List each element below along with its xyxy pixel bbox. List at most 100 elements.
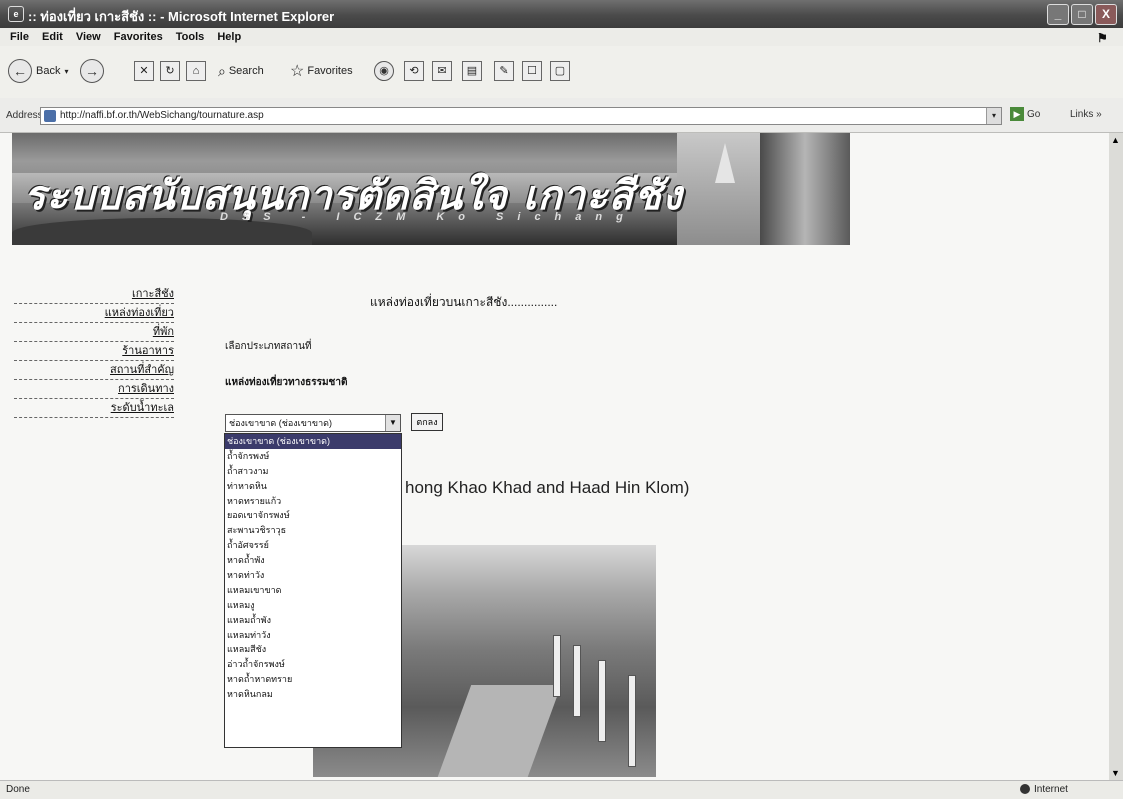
nav-item-sea-level[interactable]: ระดับน้ำทะเล [14, 399, 174, 418]
dropdown-option[interactable]: หาดถ้ำหาดทราย [225, 672, 401, 687]
favorites-label: Favorites [307, 65, 353, 77]
stop-button[interactable]: ✕ [134, 58, 154, 84]
forward-arrow-icon: → [80, 59, 104, 83]
dropdown-option[interactable]: ยอดเขาจักรพงษ์ [225, 508, 401, 523]
edit-button[interactable]: ✎ [494, 58, 514, 84]
minimize-button[interactable]: _ [1047, 4, 1069, 25]
dropdown-option[interactable]: ท่าหาดหิน [225, 479, 401, 494]
maximize-button[interactable]: □ [1071, 4, 1093, 25]
links-label: Links [1070, 109, 1094, 120]
nav-item-accommodation[interactable]: ที่พัก [14, 323, 174, 342]
window-title: :: ท่องเที่ยว เกาะสีชัง :: - Microsoft I… [28, 9, 335, 24]
menu-view[interactable]: View [76, 28, 101, 46]
page-content: ระบบสนับสนุนการตัดสินใจ เกาะสีชัง DSS - … [0, 133, 1109, 780]
dropdown-option[interactable]: แหลมเขาขาด [225, 583, 401, 598]
photo-fence [543, 615, 643, 767]
submit-button[interactable]: ตกลง [411, 413, 443, 431]
media-button[interactable]: ◉ [374, 58, 394, 84]
place-select[interactable]: ช่องเขาขาด (ช่องเขาขาด) ▼ [225, 414, 401, 432]
dropdown-option[interactable]: แหลมงู [225, 598, 401, 613]
ie-icon: e [8, 6, 24, 22]
star-icon: ☆ [290, 63, 305, 80]
messenger-icon: ▢ [550, 61, 570, 81]
fence-post [573, 645, 581, 717]
back-button[interactable]: ← Back ▾ [8, 58, 68, 84]
zone-indicator: Internet [1020, 784, 1068, 795]
links-button[interactable]: Links » [1070, 109, 1102, 120]
forward-button[interactable]: → [80, 58, 104, 84]
site-banner: ระบบสนับสนุนการตัดสินใจ เกาะสีชัง DSS - … [12, 133, 850, 245]
vertical-scrollbar[interactable]: ▲ ▼ [1109, 133, 1123, 780]
search-label: Search [228, 65, 264, 77]
page-icon [44, 110, 56, 122]
discuss-icon: ☐ [522, 61, 542, 81]
menu-file[interactable]: File [10, 28, 29, 46]
nav-item-landmarks[interactable]: สถานที่สำคัญ [14, 361, 174, 380]
stop-icon: ✕ [134, 61, 154, 81]
address-label: Address [6, 110, 43, 121]
status-bar: Done Internet [0, 780, 1123, 799]
dropdown-option[interactable]: หาดทรายแก้ว [225, 494, 401, 509]
search-button[interactable]: ⌕ Search [218, 58, 264, 84]
dropdown-option[interactable]: แหลมสีชัง [225, 642, 401, 657]
windows-flag-icon: ⚑ [1097, 31, 1108, 45]
place-select-value: ช่องเขาขาด (ช่องเขาขาด) [229, 418, 332, 428]
place-dropdown-list[interactable]: ช่องเขาขาด (ช่องเขาขาด) ถ้ำจักรพงษ์ ถ้ำส… [224, 433, 402, 748]
browser-window: e :: ท่องเที่ยว เกาะสีชัง :: - Microsoft… [0, 0, 1123, 799]
menu-edit[interactable]: Edit [42, 28, 63, 46]
address-bar: Address http://naffi.bf.or.th/WebSichang… [0, 98, 1123, 133]
go-arrow-icon: ▶ [1010, 107, 1024, 121]
place-type-label: เลือกประเภทสถานที่ [225, 341, 312, 352]
discuss-button[interactable]: ☐ [522, 58, 542, 84]
dropdown-option[interactable]: หาดท่าวัง [225, 568, 401, 583]
toolbar: ← Back ▾ → ✕ ↻ ⌂ ⌕ Search ☆ Favorites ◉ … [0, 46, 1123, 99]
title-bar: e :: ท่องเที่ยว เกาะสีชัง :: - Microsoft… [0, 0, 1123, 28]
favorites-button[interactable]: ☆ Favorites [290, 58, 353, 84]
refresh-button[interactable]: ↻ [160, 58, 180, 84]
refresh-icon: ↻ [160, 61, 180, 81]
fence-post [628, 675, 636, 767]
address-dropdown-icon[interactable]: ▾ [986, 108, 1001, 124]
menu-tools[interactable]: Tools [176, 28, 205, 46]
dropdown-option[interactable]: ถ้ำสาวงาม [225, 464, 401, 479]
left-nav: เกาะสีชัง แหล่งท่องเที่ยว ที่พัก ร้านอาห… [14, 285, 174, 418]
history-icon: ⟲ [404, 61, 424, 81]
scroll-up-icon[interactable]: ▲ [1111, 135, 1120, 145]
page-heading: แหล่งท่องเที่ยวบนเกาะสีชัง..............… [370, 295, 558, 309]
mail-button[interactable]: ✉ [432, 58, 452, 84]
dropdown-option[interactable]: หาดถ้ำพัง [225, 553, 401, 568]
dropdown-option[interactable]: แหลมถ้ำพัง [225, 613, 401, 628]
close-button[interactable]: X [1095, 4, 1117, 25]
nav-item-travel[interactable]: การเดินทาง [14, 380, 174, 399]
dropdown-option[interactable]: แหลมท่าวัง [225, 628, 401, 643]
address-url: http://naffi.bf.or.th/WebSichang/tournat… [60, 110, 264, 121]
dropdown-option[interactable]: อ่าวถ้ำจักรพงษ์ [225, 657, 401, 672]
nav-item-attractions[interactable]: แหล่งท่องเที่ยว [14, 304, 174, 323]
back-label: Back [36, 65, 61, 77]
chevron-down-icon[interactable]: ▼ [385, 415, 400, 431]
dropdown-option[interactable]: หาดหินกลม [225, 687, 401, 702]
nav-item-sichang[interactable]: เกาะสีชัง [14, 285, 174, 304]
dropdown-option[interactable]: สะพานวชิราวุธ [225, 523, 401, 538]
dropdown-option[interactable]: ช่องเขาขาด (ช่องเขาขาด) [225, 434, 401, 449]
go-button[interactable]: ▶ Go [1010, 107, 1040, 121]
banner-spire [715, 143, 735, 183]
edit-icon: ✎ [494, 61, 514, 81]
photo-caption: hong Khao Khad and Haad Hin Klom) [405, 478, 690, 497]
zone-label: Internet [1034, 784, 1068, 795]
dropdown-option[interactable]: ถ้ำอัศจรรย์ [225, 538, 401, 553]
mail-icon: ✉ [432, 61, 452, 81]
messenger-button[interactable]: ▢ [550, 58, 570, 84]
dropdown-option[interactable]: ถ้ำจักรพงษ์ [225, 449, 401, 464]
home-icon: ⌂ [186, 61, 206, 81]
home-button[interactable]: ⌂ [186, 58, 206, 84]
scroll-down-icon[interactable]: ▼ [1111, 768, 1120, 778]
menu-favorites[interactable]: Favorites [114, 28, 163, 46]
menu-help[interactable]: Help [217, 28, 241, 46]
history-button[interactable]: ⟲ [404, 58, 424, 84]
window-controls: _ □ X [1047, 4, 1117, 25]
fence-post [553, 635, 561, 697]
address-input[interactable]: http://naffi.bf.or.th/WebSichang/tournat… [40, 107, 1002, 125]
nav-item-restaurants[interactable]: ร้านอาหาร [14, 342, 174, 361]
print-button[interactable]: ▤ [462, 58, 482, 84]
